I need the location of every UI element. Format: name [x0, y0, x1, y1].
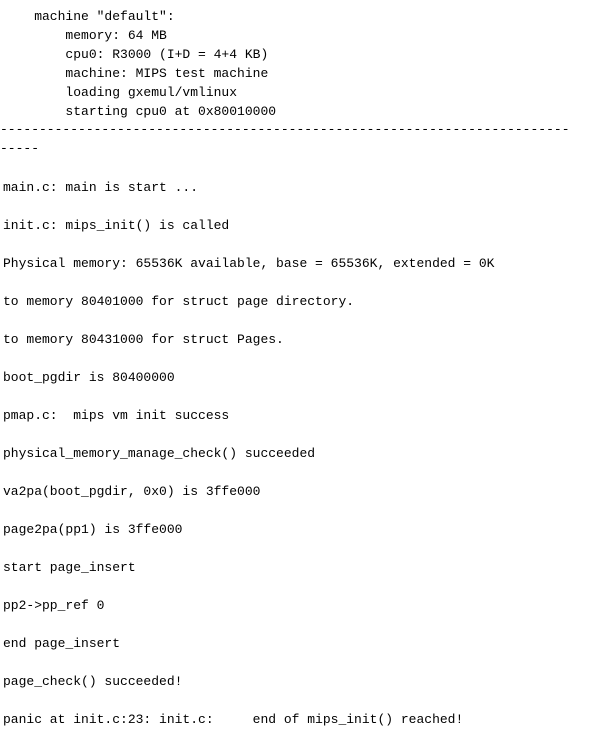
- terminal-line-starting: starting cpu0 at 0x80010000: [3, 104, 277, 119]
- terminal-line-machine: machine "default":: [3, 9, 175, 24]
- terminal-line-va2pa: va2pa(boot_pgdir, 0x0) is 3ffe000: [3, 484, 261, 499]
- terminal-line-page-directory: to memory 80401000 for struct page direc…: [3, 294, 355, 309]
- terminal-separator-wrap: -----: [0, 141, 40, 156]
- terminal-line-memory-check: physical_memory_manage_check() succeeded: [3, 446, 316, 461]
- terminal-line-end-insert: end page_insert: [3, 636, 121, 651]
- terminal-line-loading: loading gxemul/vmlinux: [3, 85, 238, 100]
- terminal-line-cpu: cpu0: R3000 (I+D = 4+4 KB): [3, 47, 269, 62]
- terminal-line-mips-init: init.c: mips_init() is called: [3, 218, 230, 233]
- terminal-line-physical-memory: Physical memory: 65536K available, base …: [3, 256, 495, 271]
- terminal-line-memory: memory: 64 MB: [3, 28, 167, 43]
- terminal-line-machine-type: machine: MIPS test machine: [3, 66, 269, 81]
- terminal-line-pp-ref: pp2->pp_ref 0: [3, 598, 105, 613]
- terminal-line-struct-pages: to memory 80431000 for struct Pages.: [3, 332, 284, 347]
- terminal-line-panic: panic at init.c:23: init.c: end of mips_…: [3, 712, 464, 727]
- terminal-line-vm-init: pmap.c: mips vm init success: [3, 408, 230, 423]
- terminal-line-boot-pgdir: boot_pgdir is 80400000: [3, 370, 175, 385]
- terminal-line-page-check: page_check() succeeded!: [3, 674, 183, 689]
- terminal-output: machine "default": memory: 64 MB cpu0: R…: [0, 0, 602, 735]
- terminal-separator: ----------------------------------------…: [0, 122, 570, 137]
- terminal-line-page2pa: page2pa(pp1) is 3ffe000: [3, 522, 183, 537]
- terminal-line-start-insert: start page_insert: [3, 560, 136, 575]
- terminal-line-main-start: main.c: main is start ...: [3, 180, 199, 195]
